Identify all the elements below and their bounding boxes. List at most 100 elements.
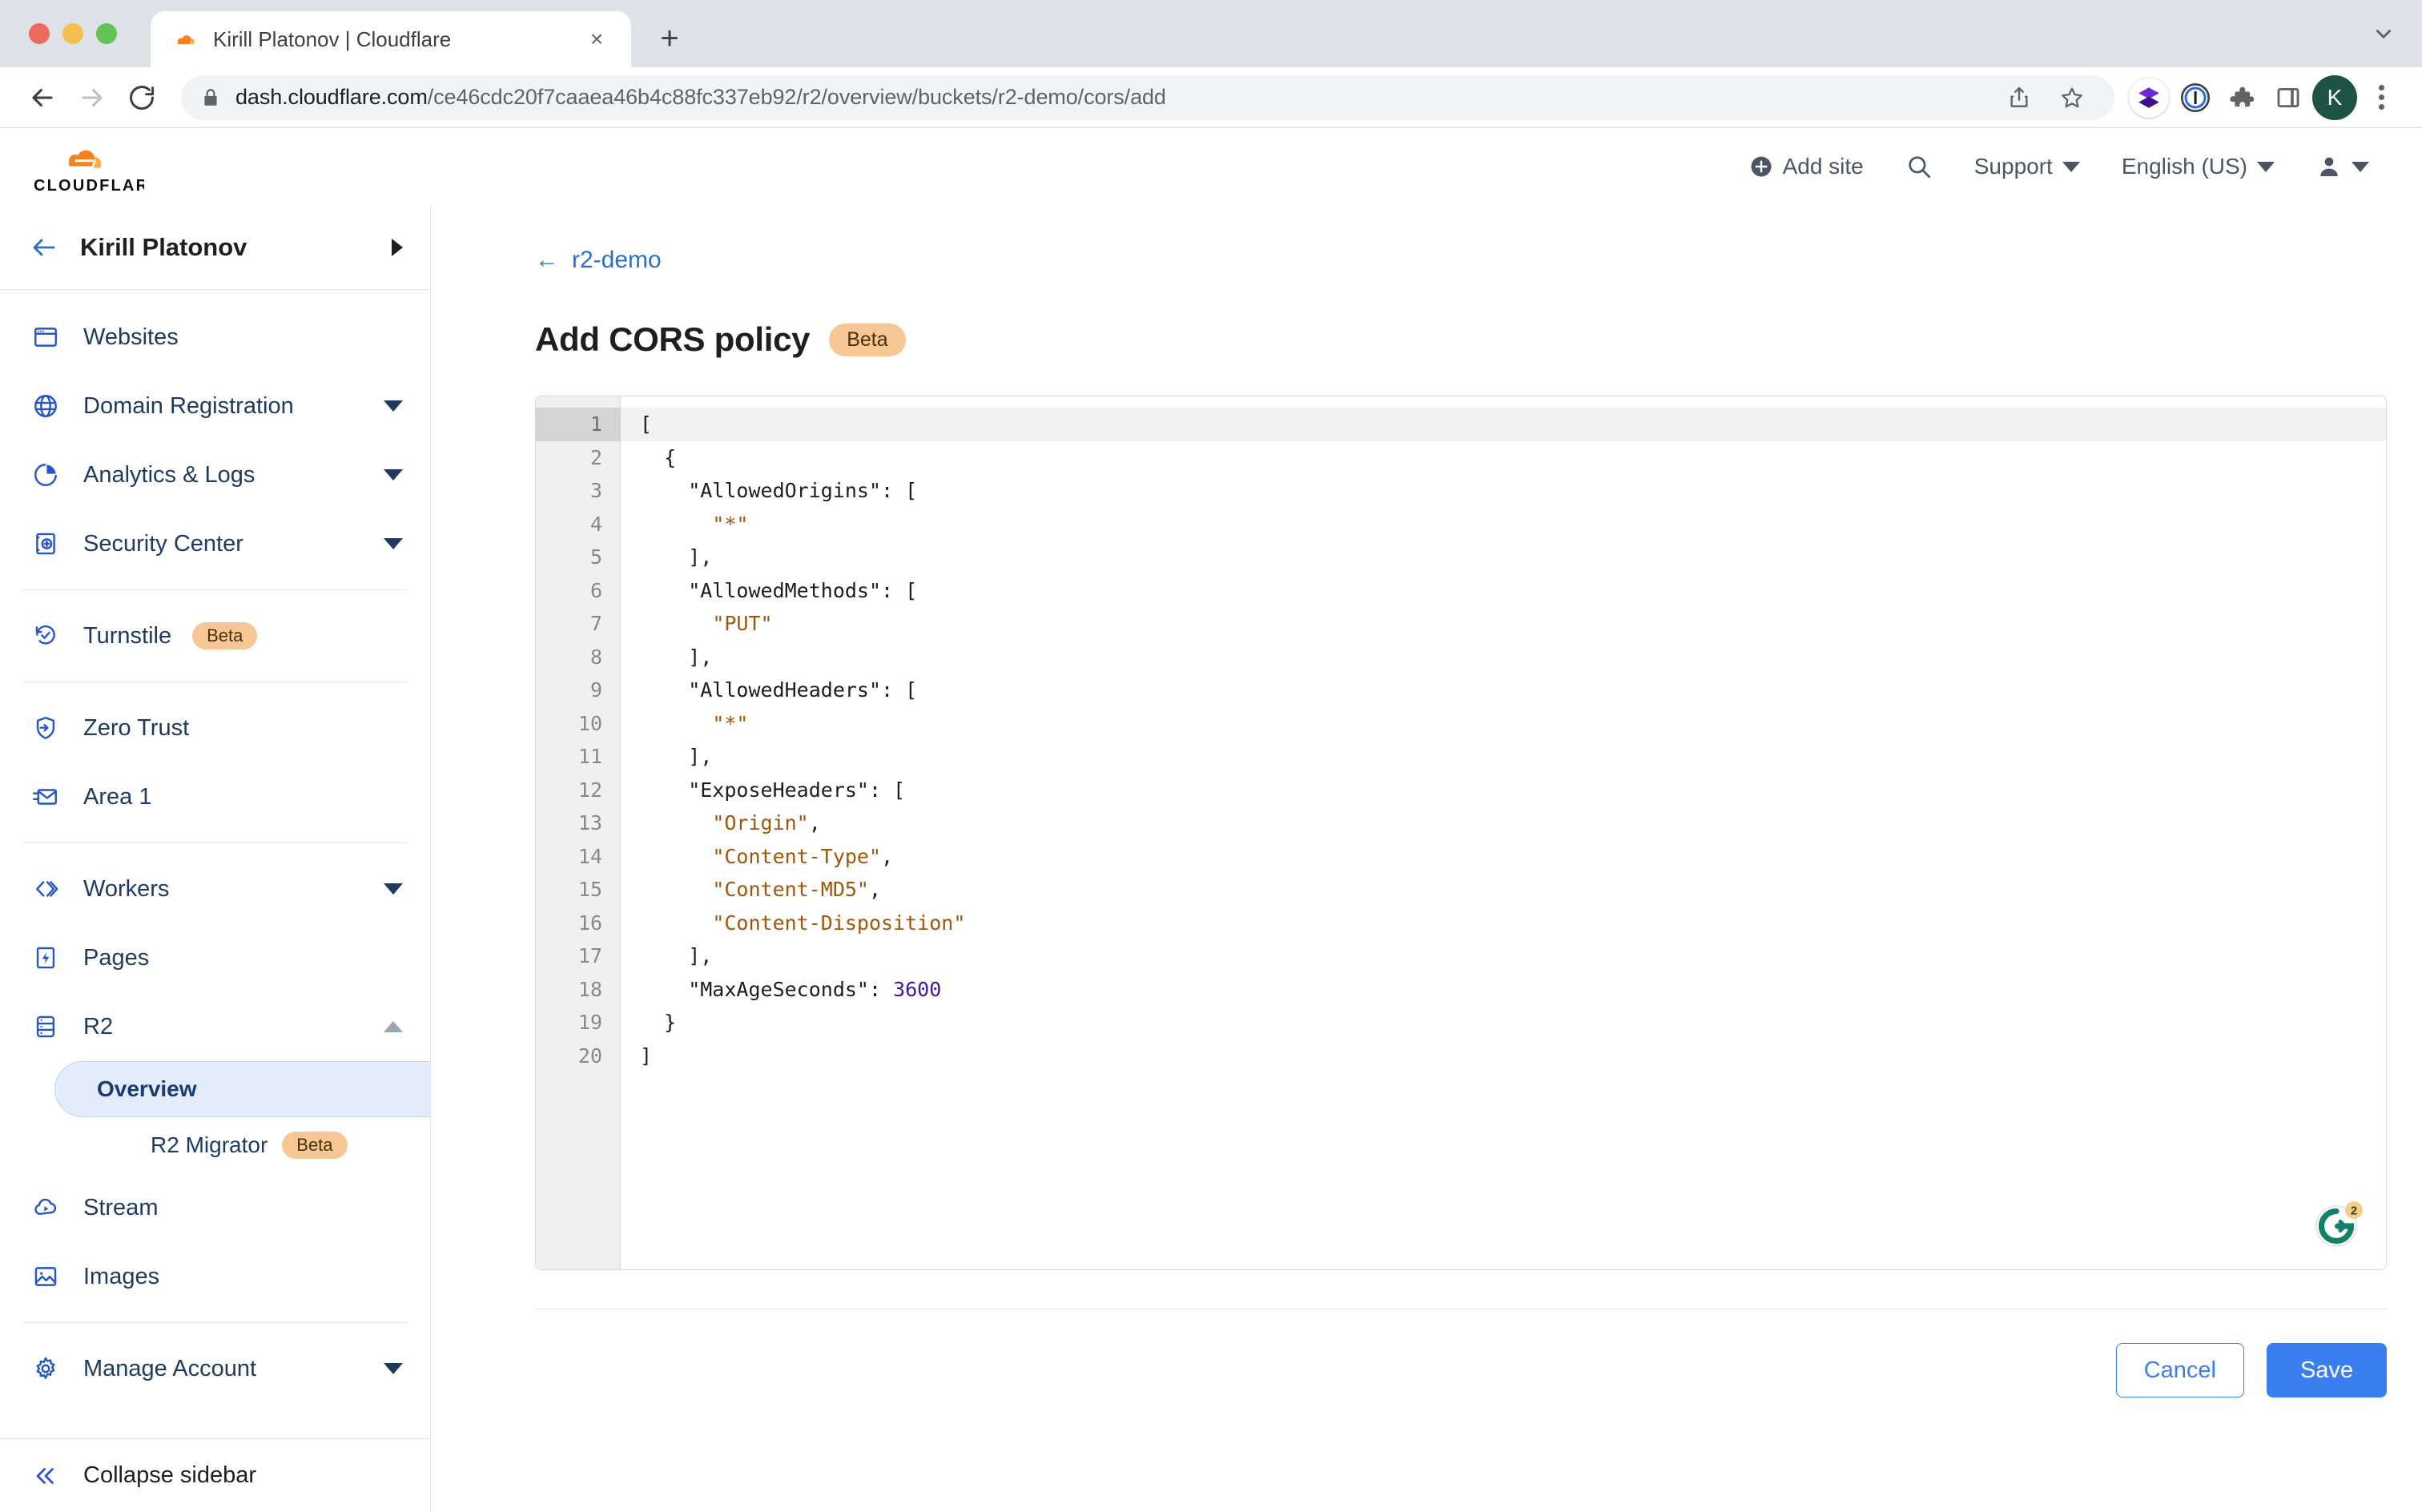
breadcrumb-label: r2-demo [572,247,662,273]
sidebar-item-turnstile[interactable]: Turnstile Beta [0,601,430,670]
editor-line-number: 3 [589,479,602,502]
onepassword-extension-icon[interactable] [2172,74,2219,121]
minimize-window-button[interactable] [62,23,83,44]
three-dot-menu-icon[interactable] [2358,74,2404,121]
editor-code-line: "Content-Disposition" [712,911,966,935]
cors-policy-code-editor[interactable]: 1 2 3 4 5 6 7 8 9 10 11 12 13 14 15 16 17 18 19 20 [ { "All… [535,396,2387,1270]
safe-vault-icon [29,527,62,561]
sidebar-item-security-center[interactable]: Security Center [0,509,430,578]
tab-title: Kirill Platonov | Cloudflare [213,26,452,51]
forward-arrow-icon[interactable] [67,73,117,123]
editor-line-number: 13 [577,811,602,834]
sidebar-item-domain-registration[interactable]: Domain Registration [0,372,430,440]
cloudflare-header: CLOUDFLARE Add site Support [0,128,2422,205]
editor-line-number: 7 [589,612,602,635]
language-label: English (US) [2121,154,2247,179]
chevron-down-icon [384,538,403,549]
sidebar-account-header[interactable]: Kirill Platonov [0,205,430,290]
editor-line-number: 1 [536,408,620,441]
sidebar-nav: Websites Domain Registration Analytics &… [0,290,430,1438]
collapse-sidebar-label: Collapse sidebar [83,1462,257,1488]
editor-code-line: [ [621,408,2386,441]
beta-badge: Beta [282,1132,348,1159]
image-icon [29,1260,62,1293]
close-tab-button[interactable]: × [581,24,612,54]
address-bar-path: /ce46cdc20f7caaea46b4c88fc337eb92/r2/ove… [427,85,1166,109]
sidebar-panel-icon[interactable] [2265,74,2311,121]
editor-line-number: 10 [577,711,602,735]
cloudflare-logo[interactable]: CLOUDFLARE [32,138,144,195]
support-menu[interactable]: Support [1953,143,2101,191]
tab-list-chevron-down-icon[interactable] [2360,0,2408,67]
sidebar: Kirill Platonov Websites Domain Registra… [0,205,431,1512]
grammarly-icon[interactable]: 2 [2314,1199,2364,1249]
bookmark-star-icon[interactable] [2049,74,2095,121]
sidebar-item-area-1[interactable]: Area 1 [0,762,430,831]
save-button[interactable]: Save [2267,1343,2387,1397]
svg-text:CLOUDFLARE: CLOUDFLARE [34,177,144,195]
body-row: Kirill Platonov Websites Domain Registra… [0,205,2422,1512]
sidebar-item-analytics-logs[interactable]: Analytics & Logs [0,440,430,509]
new-tab-button[interactable]: + [647,16,692,61]
chevron-down-icon [384,1363,403,1374]
close-window-button[interactable] [29,23,50,44]
editor-code-line: "Origin", [712,811,821,834]
globe-icon [29,389,62,423]
sidebar-item-r2[interactable]: R2 [0,992,430,1061]
share-icon[interactable] [1996,74,2042,121]
search-button[interactable] [1885,143,1953,191]
sidebar-item-images[interactable]: Images [0,1242,430,1311]
editor-code-line: "MaxAgeSeconds": 3600 [640,977,942,1001]
sidebar-item-manage-account[interactable]: Manage Account [0,1334,430,1403]
profile-avatar[interactable]: K [2311,74,2358,121]
address-bar[interactable]: dash.cloudflare.com/ce46cdc20f7caaea46b4… [181,74,2114,121]
editor-code-line: ] [640,1044,653,1068]
user-avatar-icon [2320,157,2338,176]
sidebar-item-pages[interactable]: Pages [0,923,430,992]
maximize-window-button[interactable] [96,23,117,44]
editor-code-line: "AllowedMethods": [ [640,578,918,602]
sidebar-account-name: Kirill Platonov [80,232,247,261]
plus-circle-icon [1751,156,1772,177]
chevron-down-icon [384,400,403,412]
puzzle-extensions-icon[interactable] [2219,74,2265,121]
shield-arrow-icon [29,711,62,745]
svg-text:2: 2 [2351,1204,2357,1218]
back-arrow-icon[interactable] [27,231,61,264]
gear-icon [29,1352,62,1385]
sidebar-sub-label: R2 Migrator [151,1132,268,1157]
browser-tab[interactable]: Kirill Platonov | Cloudflare × [151,11,631,67]
sidebar-item-stream[interactable]: Stream [0,1173,430,1242]
sidebar-item-label: Domain Registration [83,392,294,419]
editor-line-number: 9 [589,678,602,702]
sidebar-item-workers[interactable]: Workers [0,855,430,923]
sidebar-item-zero-trust[interactable]: Zero Trust [0,694,430,762]
editor-code-line: "Content-Type", [712,844,894,868]
layers-extension-icon[interactable] [2126,74,2172,121]
editor-code-line: "PUT" [712,612,773,635]
browser-toolbar: dash.cloudflare.com/ce46cdc20f7caaea46b4… [0,67,2422,128]
chevron-down-icon [384,469,403,481]
cancel-button[interactable]: Cancel [2115,1343,2244,1397]
editor-code-line: ], [640,545,713,569]
lock-icon [200,87,221,108]
chevron-up-icon [384,1021,403,1032]
sidebar-item-r2-migrator[interactable]: R2 Migrator Beta [54,1117,430,1173]
sidebar-item-websites[interactable]: Websites [0,303,430,372]
editor-line-number: 11 [577,745,602,768]
editor-code-line: "*" [712,711,749,735]
editor-code-line: ], [640,645,713,669]
editor-line-number: 2 [589,445,602,469]
add-site-button[interactable]: Add site [1728,143,1885,191]
editor-line-number: 15 [577,878,602,901]
breadcrumb[interactable]: ← r2-demo [535,247,2387,274]
reload-icon[interactable] [117,73,167,123]
account-menu[interactable] [2295,143,2390,191]
collapse-sidebar-button[interactable]: Collapse sidebar [0,1438,430,1512]
language-menu[interactable]: English (US) [2101,143,2295,191]
sidebar-item-label: R2 [83,1013,114,1040]
editor-code-area[interactable]: [ { "AllowedOrigins": [ "*" ], "AllowedM… [621,396,2386,1269]
sidebar-item-r2-overview[interactable]: Overview [54,1061,430,1117]
chevron-down-icon [2352,161,2369,172]
back-arrow-icon[interactable] [18,73,67,123]
